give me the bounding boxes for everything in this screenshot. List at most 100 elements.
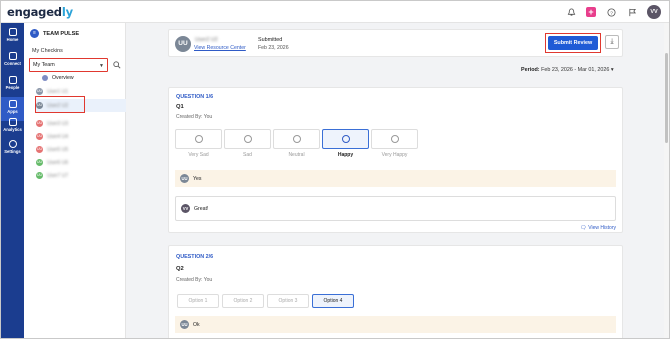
neutral-face-icon — [292, 135, 301, 143]
team-pulse-header: ≡ TEAM PULSE — [30, 29, 79, 38]
avatar: UU — [36, 159, 43, 166]
member-name: User4 U4 — [47, 133, 69, 140]
answer-text: Yes — [193, 175, 202, 182]
team-pulse-sidebar: ≡ TEAM PULSE My Checkins My Team ▼ Overv… — [24, 23, 149, 338]
nav-settings[interactable]: Settings — [1, 137, 24, 161]
mood-happy[interactable] — [322, 129, 369, 149]
member-name: User1 U1 — [47, 88, 69, 95]
my-checkins-link[interactable]: My Checkins — [32, 48, 63, 54]
caret-down-icon: ▾ — [610, 67, 614, 73]
logo[interactable]: engagedly — [7, 5, 73, 19]
nav-home[interactable]: Home — [1, 25, 24, 49]
flag-icon[interactable] — [626, 6, 638, 18]
mood-neutral[interactable] — [273, 129, 320, 149]
comment-text: Great! — [194, 205, 209, 212]
gear-icon — [8, 140, 17, 148]
avatar: UU — [175, 36, 191, 52]
question-card: QUESTION 1/6 Q1 Created By: You Very Sad… — [168, 87, 623, 233]
option-button[interactable]: Option 2 — [222, 294, 264, 308]
mood-labels: Very Sad Sad Neutral Happy Very Happy — [175, 152, 418, 158]
left-nav: Home Connect People Apps Analytics Setti… — [1, 23, 24, 338]
download-icon[interactable]: ⤓ — [605, 35, 619, 49]
history-icon: 🗨 — [579, 225, 587, 231]
period-selector[interactable]: Period: Feb 23, 2026 - Mar 01, 2026 ▾ — [521, 67, 614, 73]
user-avatar[interactable]: VV — [647, 5, 661, 19]
review-header-card: UU User2 U2 View Resource Center Submitt… — [168, 29, 623, 57]
mood-label: Very Sad — [188, 152, 209, 158]
scrollbar[interactable] — [664, 23, 669, 338]
pulse-icon: ≡ — [30, 29, 39, 38]
mood-label: Sad — [243, 152, 252, 158]
overview-label: Overview — [52, 75, 74, 81]
top-bar: engagedly + ? VV — [1, 1, 669, 23]
mood-label: Very Happy — [381, 152, 408, 158]
comment-field[interactable]: VV Great! — [175, 196, 616, 221]
team-select-value: My Team — [33, 62, 55, 68]
question-number: QUESTION 2/6 — [176, 254, 214, 260]
period-value: Feb 23, 2026 - Mar 01, 2026 — [541, 67, 610, 73]
nav-analytics[interactable]: Analytics — [1, 115, 24, 139]
scroll-thumb[interactable] — [665, 53, 668, 143]
chat-icon — [8, 52, 17, 60]
main-content: UU User2 U2 View Resource Center Submitt… — [126, 23, 669, 338]
happy-face-icon — [341, 135, 350, 143]
search-icon[interactable] — [113, 61, 121, 71]
view-resource-center-link[interactable]: View Resource Center — [194, 45, 246, 51]
avatar: UU — [36, 133, 43, 140]
team-select[interactable]: My Team ▼ — [29, 58, 108, 72]
mood-sad[interactable] — [224, 129, 271, 149]
nav-people[interactable]: People — [1, 73, 24, 97]
mood-very-happy[interactable] — [371, 129, 418, 149]
submit-review-button[interactable]: Submit Review — [548, 36, 598, 50]
sad-face-icon — [243, 135, 252, 143]
question-title: Q2 — [176, 266, 184, 272]
option-button-selected[interactable]: Option 4 — [312, 294, 354, 308]
question-number: QUESTION 1/6 — [176, 94, 214, 100]
period-label: Period: — [521, 67, 540, 73]
member-name: User5 U5 — [47, 146, 69, 153]
home-icon — [8, 28, 17, 36]
overview-icon — [42, 75, 48, 81]
selection-highlight — [35, 96, 85, 113]
mood-label-selected: Happy — [337, 152, 354, 158]
chevron-down-icon: ▼ — [99, 63, 104, 69]
overview-item[interactable]: Overview — [42, 75, 74, 81]
option-button[interactable]: Option 3 — [267, 294, 309, 308]
answer-text: Ok — [193, 321, 200, 328]
mood-very-sad[interactable] — [175, 129, 222, 149]
view-history-link[interactable]: 🗨 View History — [580, 225, 616, 231]
option-button[interactable]: Option 1 — [177, 294, 219, 308]
avatar: UU — [180, 320, 189, 329]
answer-bar: UU Yes — [175, 170, 616, 187]
member-name: User7 U7 — [47, 172, 69, 179]
analytics-icon — [8, 118, 17, 126]
member-name: User6 U6 — [47, 159, 69, 166]
avatar: VV — [181, 204, 190, 213]
member-name: User3 U3 — [47, 120, 69, 127]
avatar: UU — [36, 172, 43, 179]
apps-icon — [8, 100, 17, 108]
avatar: UU — [180, 174, 189, 183]
created-by: Created By: You — [176, 277, 213, 283]
avatar: UU — [36, 120, 43, 127]
nav-connect[interactable]: Connect — [1, 49, 24, 73]
svg-text:?: ? — [610, 10, 613, 16]
question-card: QUESTION 2/6 Q2 Created By: You Option 1… — [168, 245, 623, 338]
view-history-label: View History — [588, 225, 616, 231]
plus-icon[interactable]: + — [586, 7, 596, 17]
submitted-date: Feb 23, 2026 — [258, 45, 289, 51]
team-pulse-title: TEAM PULSE — [43, 30, 80, 37]
help-icon[interactable]: ? — [605, 6, 617, 18]
reviewee-name: User2 U2 — [195, 37, 218, 43]
avatar: UU — [36, 146, 43, 153]
option-list: Option 1 Option 2 Option 3 Option 4 — [177, 294, 354, 308]
created-by: Created By: You — [176, 114, 213, 120]
avatar: UU — [36, 88, 43, 95]
submit-highlight: Submit Review — [545, 33, 601, 53]
app-frame: engagedly + ? VV Home Connect People App… — [0, 0, 670, 339]
question-title: Q1 — [176, 104, 184, 110]
people-icon — [8, 76, 17, 84]
very-sad-face-icon — [194, 135, 203, 143]
bell-icon[interactable] — [565, 6, 577, 18]
answer-bar: UU Ok — [175, 316, 616, 333]
